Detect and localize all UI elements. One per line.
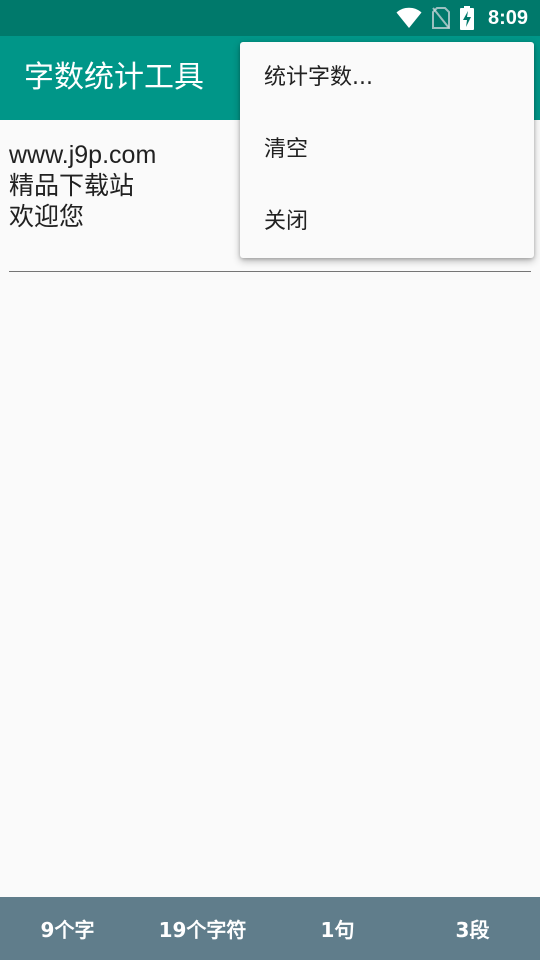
menu-item-count-words[interactable]: 统计字数... <box>240 42 534 114</box>
stat-paragraph-count: 3段 <box>455 918 490 942</box>
stats-bar: 9个字 19个字符 1句 3段 <box>0 897 540 960</box>
app-title: 字数统计工具 <box>24 60 204 95</box>
wifi-icon <box>396 7 422 29</box>
stat-character-count: 19个字符 <box>158 918 247 942</box>
no-sim-icon <box>431 7 450 29</box>
menu-item-close[interactable]: 关闭 <box>240 186 534 258</box>
battery-charging-icon <box>459 6 474 30</box>
clock: 8:09 <box>487 6 528 29</box>
overflow-menu: 统计字数... 清空 关闭 <box>240 42 534 258</box>
menu-item-clear[interactable]: 清空 <box>240 114 534 186</box>
stat-sentence-count: 1句 <box>320 918 355 942</box>
status-bar: 8:09 <box>0 0 540 36</box>
stat-word-count: 9个字 <box>40 918 95 942</box>
status-icons: 8:09 <box>396 0 528 36</box>
